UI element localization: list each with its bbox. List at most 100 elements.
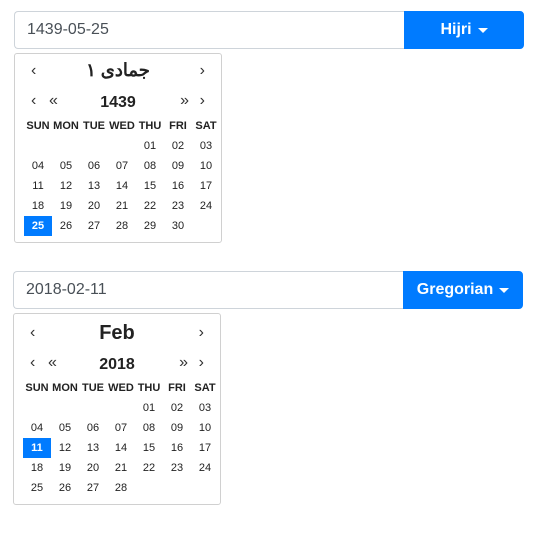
day-cell[interactable]: 17 [191, 438, 219, 458]
next-year-icon[interactable]: › [199, 355, 204, 371]
day-cell[interactable]: 24 [191, 458, 219, 478]
empty-day-cell [51, 398, 79, 418]
day-cell[interactable]: 02 [163, 398, 191, 418]
day-cell[interactable]: 24 [192, 196, 220, 216]
selected-day-cell[interactable]: 11 [23, 438, 51, 458]
day-cell[interactable]: 18 [23, 458, 51, 478]
day-cell[interactable]: 12 [52, 176, 80, 196]
weekday-label: SAT [194, 382, 216, 394]
day-cell[interactable]: 16 [164, 176, 192, 196]
weekday-label: MON [53, 120, 79, 132]
day-cell[interactable]: 08 [135, 418, 163, 438]
next-year-icon[interactable]: › [200, 93, 205, 109]
day-cell[interactable]: 03 [192, 136, 220, 156]
week-row: 25 26 27 28 29 30 [24, 216, 220, 236]
next-decade-icon[interactable]: » [179, 355, 188, 371]
week-row: 01 02 03 [24, 136, 220, 156]
day-cell[interactable]: 08 [136, 156, 164, 176]
week-row: 18 19 20 21 22 23 24 [24, 196, 220, 216]
day-cell[interactable]: 17 [192, 176, 220, 196]
year-label: 2018 [99, 356, 135, 373]
day-cell[interactable]: 27 [80, 216, 108, 236]
weekday-label: WED [109, 120, 135, 132]
year-label: 1439 [100, 94, 136, 111]
day-cell[interactable]: 22 [135, 458, 163, 478]
day-cell[interactable]: 23 [163, 458, 191, 478]
day-cell[interactable]: 25 [23, 478, 51, 498]
day-cell[interactable]: 06 [80, 156, 108, 176]
selected-day-cell[interactable]: 25 [24, 216, 52, 236]
day-cell[interactable]: 23 [164, 196, 192, 216]
hijri-input-group: Hijri [14, 11, 524, 49]
day-cell[interactable]: 20 [79, 458, 107, 478]
day-cell[interactable]: 13 [80, 176, 108, 196]
month-label: جمادى ١ [86, 60, 150, 80]
hijri-calendar-dropdown-button[interactable]: Hijri [404, 11, 524, 49]
next-decade-icon[interactable]: » [180, 93, 189, 109]
day-cell[interactable]: 04 [23, 418, 51, 438]
day-cell[interactable]: 06 [79, 418, 107, 438]
day-cell[interactable]: 11 [24, 176, 52, 196]
day-cell[interactable]: 09 [163, 418, 191, 438]
week-row: 11 12 13 14 15 16 17 [24, 176, 220, 196]
day-cell[interactable]: 13 [79, 438, 107, 458]
day-cell[interactable]: 18 [24, 196, 52, 216]
empty-day-cell [79, 398, 107, 418]
hijri-date-input[interactable] [14, 11, 404, 49]
day-cell[interactable]: 10 [192, 156, 220, 176]
day-cell[interactable]: 26 [52, 216, 80, 236]
weekday-label: THU [138, 120, 162, 132]
caret-down-icon [499, 287, 510, 293]
day-cell[interactable]: 02 [164, 136, 192, 156]
day-cell[interactable]: 27 [79, 478, 107, 498]
day-cell[interactable]: 19 [51, 458, 79, 478]
day-cell[interactable]: 01 [136, 136, 164, 156]
day-cell[interactable]: 26 [51, 478, 79, 498]
caret-down-icon [477, 27, 488, 33]
day-cell[interactable]: 14 [108, 176, 136, 196]
weekday-header: SUN MON TUE WED THU FRI SAT [23, 378, 219, 398]
empty-day-cell [80, 136, 108, 156]
day-cell[interactable]: 20 [80, 196, 108, 216]
day-cell[interactable]: 05 [52, 156, 80, 176]
day-cell[interactable]: 07 [107, 418, 135, 438]
weekday-label: FRI [169, 120, 187, 132]
day-cell[interactable]: 19 [52, 196, 80, 216]
weekday-label: SUN [25, 382, 49, 394]
day-grid: SUN MON TUE WED THU FRI SAT 01 02 03 04 05 06 07 08 09… [23, 378, 219, 498]
weekday-label: SUN [26, 120, 50, 132]
weekday-label: SAT [195, 120, 217, 132]
day-cell[interactable]: 07 [108, 156, 136, 176]
day-cell[interactable]: 21 [107, 458, 135, 478]
day-cell[interactable]: 21 [108, 196, 136, 216]
day-cell[interactable]: 15 [136, 176, 164, 196]
day-grid: SUN MON TUE WED THU FRI SAT 01 02 03 04 05 06 07 08 09… [24, 116, 220, 236]
gregorian-calendar-dropdown-button[interactable]: Gregorian [403, 271, 523, 309]
day-cell[interactable]: 28 [108, 216, 136, 236]
weekday-label: THU [137, 382, 161, 394]
day-cell[interactable]: 04 [24, 156, 52, 176]
next-month-icon[interactable]: › [199, 325, 204, 341]
empty-day-cell [163, 478, 191, 498]
next-month-icon[interactable]: › [200, 63, 205, 79]
day-cell[interactable]: 14 [107, 438, 135, 458]
day-cell[interactable]: 05 [51, 418, 79, 438]
day-cell[interactable]: 10 [191, 418, 219, 438]
day-cell[interactable]: 28 [107, 478, 135, 498]
day-cell[interactable]: 15 [135, 438, 163, 458]
gregorian-date-input[interactable] [13, 271, 403, 309]
day-cell[interactable]: 16 [163, 438, 191, 458]
day-cell[interactable]: 09 [164, 156, 192, 176]
weekday-label: TUE [83, 120, 105, 132]
day-cell[interactable]: 12 [51, 438, 79, 458]
day-cell[interactable]: 03 [191, 398, 219, 418]
week-row: 18 19 20 21 22 23 24 [23, 458, 219, 478]
day-cell[interactable]: 30 [164, 216, 192, 236]
day-cell[interactable]: 01 [135, 398, 163, 418]
day-cell[interactable]: 29 [136, 216, 164, 236]
hijri-calendar: ‹ جمادى ١ › ‹ « 1439 » › SUN MON TUE WED THU… [14, 53, 222, 243]
weekday-header: SUN MON TUE WED THU FRI SAT [24, 116, 220, 136]
empty-day-cell [24, 136, 52, 156]
empty-day-cell [135, 478, 163, 498]
day-cell[interactable]: 22 [136, 196, 164, 216]
